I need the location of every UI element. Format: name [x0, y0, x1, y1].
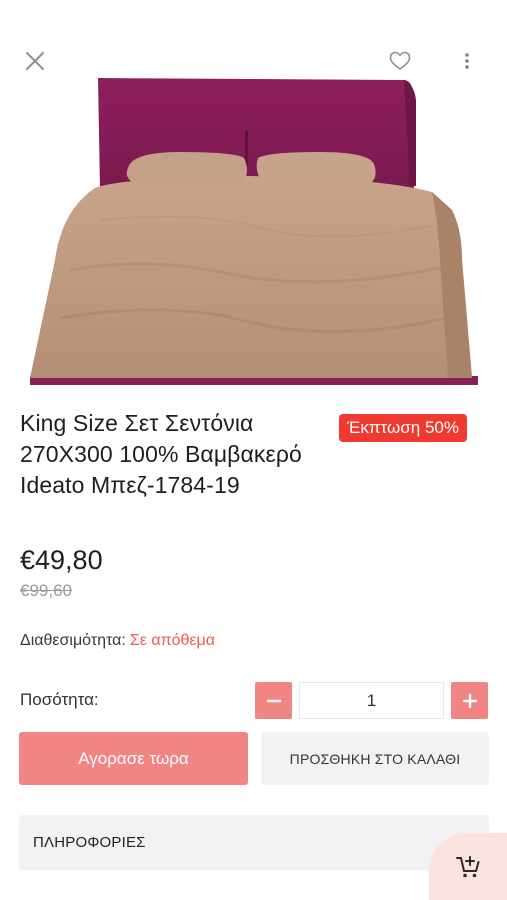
buy-now-button[interactable]: Αγορασε τωρα — [19, 732, 248, 785]
quantity-decrease-button[interactable] — [255, 682, 292, 719]
quantity-label: Ποσότητα: — [20, 690, 99, 709]
quantity-input[interactable]: 1 — [299, 682, 444, 719]
cart-fab-button[interactable] — [429, 833, 507, 900]
availability-label: Διαθεσιμότητα: — [20, 632, 126, 649]
bed-illustration — [30, 78, 478, 385]
cart-add-icon — [456, 855, 480, 877]
plus-icon — [462, 693, 477, 708]
info-section-toggle[interactable]: ΠΛΗΡΟΦΟΡΙΕΣ — [19, 815, 489, 870]
product-title: King Size Σετ Σεντόνια 270X300 100% Βαμβ… — [20, 410, 302, 498]
availability: Διαθεσιμότητα: Σε απόθεμα — [20, 630, 215, 652]
minus-icon — [266, 699, 281, 702]
quantity-increase-button[interactable] — [451, 682, 488, 719]
add-to-cart-button[interactable]: ΠΡΟΣΘΗΚΗ ΣΤΟ ΚΑΛΑΘΙ — [261, 732, 489, 785]
old-price: €99,60 — [20, 581, 72, 600]
info-section-label: ΠΛΗΡΟΦΟΡΙΕΣ — [33, 834, 146, 851]
current-price: €49,80 — [20, 545, 103, 575]
availability-status: Σε απόθεμα — [129, 632, 216, 649]
product-image[interactable] — [0, 60, 507, 385]
discount-badge: Έκπτωση 50% — [339, 414, 468, 442]
